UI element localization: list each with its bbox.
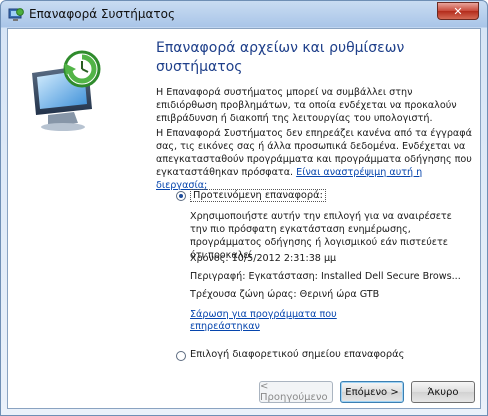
recommended-restore-label[interactable]: Προτεινόμενη επαναφορά: — [190, 189, 326, 202]
window-title: Επαναφορά Συστήματος — [29, 7, 176, 21]
close-button[interactable]: ✕ — [437, 2, 479, 20]
intro-paragraph: Η Επαναφορά συστήματος μπορεί να συμβάλλ… — [156, 87, 457, 124]
wizard-content: Επαναφορά αρχείων και ρυθμίσεων συστήματ… — [7, 28, 481, 409]
other-restore-point-label[interactable]: Επιλογή διαφορετικού σημείου επαναφοράς — [190, 349, 404, 360]
scan-affected-programs-link[interactable]: Σάρωση για προγράμματα που επηρεάστηκαν — [190, 309, 350, 333]
system-restore-app-icon — [8, 8, 24, 21]
next-button[interactable]: Επόμενο > — [340, 381, 404, 403]
restore-point-timezone: Τρέχουσα ζώνη ώρας: Θερινή ώρα GTB — [190, 289, 380, 300]
system-restore-window: Επαναφορά Συστήματος ✕ Επαναφορά αρχείων… — [0, 0, 488, 416]
restore-point-description: Περιγραφή: Εγκατάσταση: Installed Dell S… — [190, 271, 461, 282]
restore-point-time: Χρόνος: 10/5/2012 2:31:38 μμ — [190, 253, 337, 264]
title-bar[interactable]: Επαναφορά Συστήματος ✕ — [1, 1, 487, 29]
back-button[interactable]: < Προηγούμενο — [259, 381, 333, 403]
system-restore-illustration — [32, 50, 101, 131]
recommended-restore-radio[interactable] — [176, 191, 186, 201]
page-heading: Επαναφορά αρχείων και ρυθμίσεων συστήματ… — [156, 40, 405, 75]
other-restore-point-radio[interactable] — [176, 351, 186, 361]
cancel-button[interactable]: Άκυρο — [411, 381, 475, 403]
info-paragraph: Η Επαναφορά Συστήματος δεν επηρεάζει καν… — [156, 127, 474, 192]
